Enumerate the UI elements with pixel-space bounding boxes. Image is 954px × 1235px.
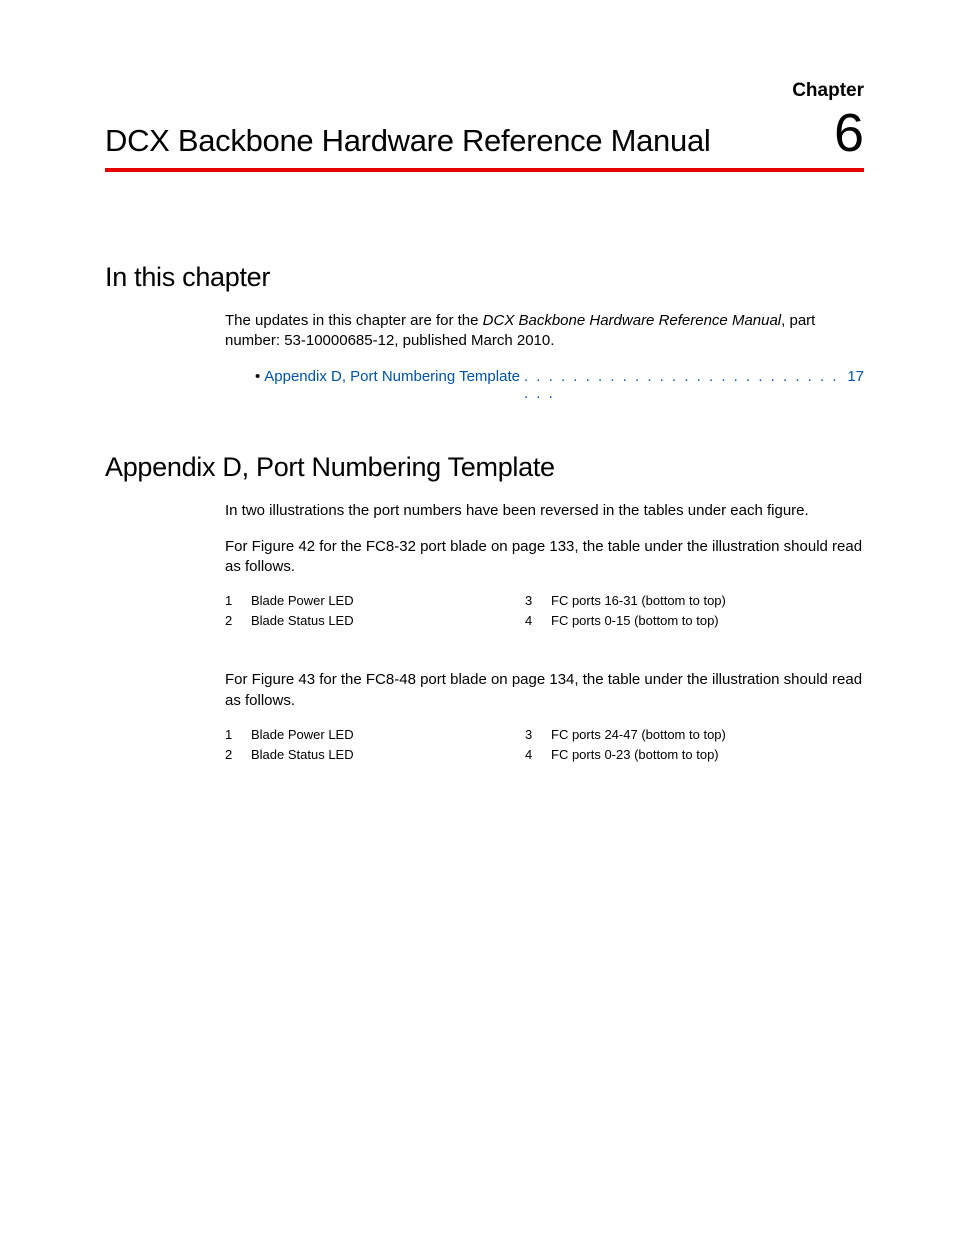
toc-entry: • Appendix D, Port Numbering Template . … [255,368,864,402]
legend-number: 2 [225,613,251,628]
legend-label: FC ports 0-15 (bottom to top) [551,613,719,628]
table-row: 1 Blade Power LED 3 FC ports 16-31 (bott… [225,593,864,608]
intro-paragraph: The updates in this chapter are for the … [225,311,864,352]
appendix-p3: For Figure 43 for the FC8-48 port blade … [225,670,864,711]
header-row: DCX Backbone Hardware Reference Manual 6 [105,106,864,172]
legend-number: 3 [525,727,551,742]
table-row: 1 Blade Power LED 3 FC ports 24-47 (bott… [225,727,864,742]
chapter-label: Chapter [105,80,864,102]
page: Chapter DCX Backbone Hardware Reference … [0,0,954,762]
toc-link-appendix-d[interactable]: Appendix D, Port Numbering Template [264,368,520,385]
section-heading-in-this-chapter: In this chapter [105,262,864,293]
legend-number: 2 [225,747,251,762]
legend-label: Blade Status LED [251,613,354,628]
legend-table-fc8-32: 1 Blade Power LED 3 FC ports 16-31 (bott… [225,593,864,628]
toc-bullet: • [255,368,260,385]
table-row: 2 Blade Status LED 4 FC ports 0-23 (bott… [225,747,864,762]
appendix-p1: In two illustrations the port numbers ha… [225,501,864,521]
legend-number: 4 [525,747,551,762]
intro-prefix: The updates in this chapter are for the [225,312,483,329]
toc-dots: . . . . . . . . . . . . . . . . . . . . … [524,368,843,402]
legend-table-fc8-48: 1 Blade Power LED 3 FC ports 24-47 (bott… [225,727,864,762]
manual-title: DCX Backbone Hardware Reference Manual [105,123,710,159]
chapter-number: 6 [834,106,864,160]
legend-label: Blade Power LED [251,727,354,742]
legend-label: FC ports 0-23 (bottom to top) [551,747,719,762]
appendix-p2: For Figure 42 for the FC8-32 port blade … [225,537,864,578]
section-heading-appendix-d: Appendix D, Port Numbering Template [105,452,864,483]
legend-number: 1 [225,593,251,608]
intro-italic: DCX Backbone Hardware Reference Manual [483,312,781,329]
legend-label: Blade Power LED [251,593,354,608]
table-row: 2 Blade Status LED 4 FC ports 0-15 (bott… [225,613,864,628]
legend-number: 1 [225,727,251,742]
legend-number: 3 [525,593,551,608]
legend-label: FC ports 24-47 (bottom to top) [551,727,726,742]
legend-label: Blade Status LED [251,747,354,762]
toc-page-number[interactable]: 17 [847,368,864,385]
legend-label: FC ports 16-31 (bottom to top) [551,593,726,608]
legend-number: 4 [525,613,551,628]
